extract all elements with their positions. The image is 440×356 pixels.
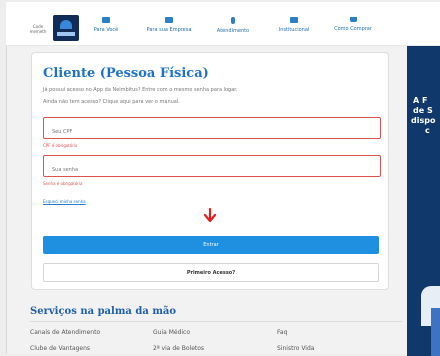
- people-icon: [102, 17, 110, 23]
- nav-institucional[interactable]: Institucional: [272, 17, 316, 33]
- down-arrow-icon: [203, 208, 217, 223]
- building-icon: [165, 17, 173, 23]
- cart-icon: [349, 17, 357, 22]
- password-error: Senha é obrigatória: [43, 181, 83, 186]
- top-navbar: Code memeth Para Você Para sua Empresa A…: [6, 2, 440, 46]
- logo-dome-shape: [60, 20, 72, 29]
- banner-line: dispo: [411, 116, 436, 125]
- nav-como-comprar[interactable]: Como Comprar: [328, 17, 378, 32]
- company-logo[interactable]: [53, 15, 79, 41]
- nav-label: Como Comprar: [334, 26, 372, 32]
- login-button[interactable]: Entrar: [43, 236, 379, 254]
- nav-para-empresa[interactable]: Para sua Empresa: [138, 17, 200, 33]
- institution-icon: [290, 17, 298, 23]
- services-title: Serviços na palma da mão: [30, 306, 177, 317]
- logo-bar-shape: [57, 32, 75, 36]
- services-divider: [30, 321, 402, 322]
- nav-para-voce[interactable]: Para Você: [86, 17, 126, 33]
- banner-illustration-accent: [431, 308, 440, 356]
- service-link[interactable]: Canais de Atendimento: [30, 329, 100, 336]
- banner-text: A F de S dispo c: [411, 96, 436, 136]
- cpf-input[interactable]: [44, 122, 380, 142]
- forgot-password-link[interactable]: Esqueci minha senha: [43, 199, 86, 204]
- first-access-button[interactable]: Primeiro Acesso?: [43, 263, 379, 282]
- login-description: Já possui acesso no App da Neimbitus? En…: [43, 87, 238, 93]
- promo-banner[interactable]: A F de S dispo c: [407, 46, 440, 356]
- brand-small-text: Code memeth: [29, 24, 47, 34]
- password-input[interactable]: [44, 160, 380, 180]
- nav-label: Para sua Empresa: [146, 27, 192, 33]
- manual-link-text[interactable]: Ainda não tem acesso? Clique aqui para v…: [43, 99, 180, 105]
- login-card: Cliente (Pessoa Física) Já possui acesso…: [31, 52, 389, 290]
- service-link[interactable]: Clube de Vantagens: [30, 345, 90, 352]
- service-link[interactable]: Sinistro Vida: [277, 345, 314, 352]
- banner-line: de S: [413, 106, 433, 115]
- service-link[interactable]: Faq: [277, 329, 287, 336]
- cpf-field[interactable]: [43, 117, 381, 142]
- password-field[interactable]: [43, 155, 381, 180]
- nav-atendimento[interactable]: Atendimento: [210, 17, 256, 34]
- service-link[interactable]: Guia Médico: [153, 329, 190, 336]
- banner-line: A F: [413, 96, 428, 105]
- cpf-error: CPF é obrigatório: [43, 143, 78, 148]
- banner-line: c: [425, 126, 430, 135]
- nav-label: Atendimento: [216, 28, 250, 34]
- login-title: Cliente (Pessoa Física): [43, 66, 209, 81]
- nav-label: Para Você: [93, 27, 119, 33]
- nav-label: Institucional: [278, 27, 310, 33]
- phone-icon: [231, 17, 235, 24]
- service-link[interactable]: 2ª via de Boletos: [153, 345, 204, 352]
